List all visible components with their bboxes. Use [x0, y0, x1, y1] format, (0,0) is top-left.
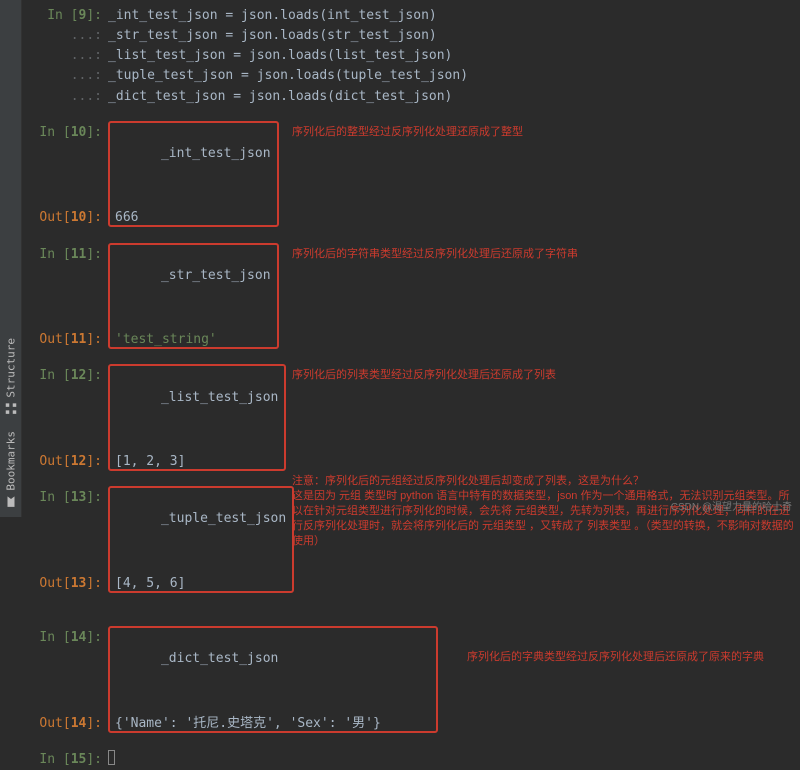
watermark: CSDN @渴望力量的哈士奇 [671, 498, 792, 513]
bookmarks-tool-tab[interactable]: Bookmarks [2, 423, 20, 517]
in-9-line-4: ...: _dict_test_json = json.loads(dict_t… [22, 87, 800, 107]
in-9-line-0: In [9]: _int_test_json = json.loads(int_… [22, 6, 800, 26]
annotation-10: 序列化后的整型经过反序列化处理还原成了整型 [292, 125, 523, 140]
structure-icon [4, 401, 18, 415]
structure-tab-label: Structure [4, 338, 17, 398]
annotation-11: 序列化后的字符串类型经过反序列化处理后还原成了字符串 [292, 247, 578, 262]
bookmarks-tab-label: Bookmarks [4, 431, 17, 491]
in-15-line[interactable]: In [15]: [22, 750, 800, 770]
in-9-line-1: ...: _str_test_json = json.loads(str_tes… [22, 26, 800, 46]
console-editor[interactable]: In [9]: _int_test_json = json.loads(int_… [22, 0, 800, 770]
input-cursor[interactable] [108, 750, 115, 765]
out-13-line: Out[13]: [4, 5, 6] [22, 574, 800, 594]
in-9-line-3: ...: _tuple_test_json = json.loads(tuple… [22, 66, 800, 86]
in-9-line-2: ...: _list_test_json = json.loads(list_t… [22, 46, 800, 66]
out-10-line: Out[10]: 666 [22, 208, 800, 228]
code: _int_test_json = json.loads(int_test_jso… [108, 6, 792, 26]
out-12-line: Out[12]: [1, 2, 3] [22, 452, 800, 472]
ide-tool-sidebar: Structure Bookmarks [0, 0, 22, 517]
out-14-line: Out[14]: {'Name': '托尼.史塔克', 'Sex': '男'} [22, 714, 800, 734]
structure-tool-tab[interactable]: Structure [2, 330, 20, 424]
out-11-line: Out[11]: 'test_string' [22, 330, 800, 350]
annotation-14: 序列化后的字典类型经过反序列化处理后还原成了原来的字典 [467, 650, 764, 665]
annotation-12: 序列化后的列表类型经过反序列化处理后还原成了列表 [292, 368, 556, 383]
bookmarks-icon [4, 495, 18, 509]
